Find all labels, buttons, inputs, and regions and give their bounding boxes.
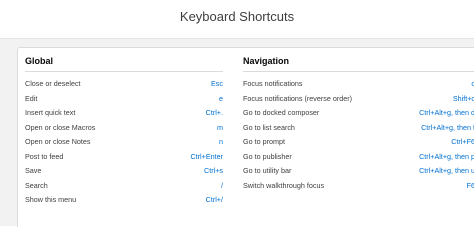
shortcut-label: Open or close Macros [25, 122, 96, 132]
shortcut-label: Go to utility bar [243, 166, 292, 175]
shortcut-key: Ctrl+Alt+g, then p [419, 151, 474, 161]
shortcut-label: Close or deselect [25, 79, 81, 88]
shortcut-label: Go to list search [243, 122, 295, 132]
shortcut-key: e [219, 93, 223, 103]
shortcut-key: Ctrl+F6 [451, 137, 474, 146]
shortcut-label: Focus notifications (reverse order) [243, 93, 353, 103]
shortcut-label: Show this menu [25, 195, 77, 204]
global-heading: Global [25, 56, 54, 66]
shortcut-row-edit: Edit e [25, 92, 223, 107]
shortcut-key: Shift+c [452, 93, 474, 103]
shortcut-key: Ctrl+Alt+g, then u [419, 166, 474, 175]
shortcut-key: n [219, 137, 223, 146]
shortcut-key: F6 [466, 180, 474, 190]
shortcut-key: Ctrl+Alt+g, then f [421, 122, 474, 132]
shortcut-row-close-or-deselect: Close or deselect Esc [25, 77, 223, 92]
shortcut-row-show-this-menu: Show this menu Ctrl+/ [25, 193, 223, 208]
shortcut-key: Ctrl+s [204, 166, 223, 175]
shortcut-label: Go to docked composer [243, 108, 320, 117]
shortcut-row-focus-notifications: Focus notifications c [243, 77, 474, 92]
shortcut-row-go-to-docked-composer: Go to docked composer Ctrl+Alt+g, then d [243, 106, 474, 121]
shortcut-row-go-to-utility-bar: Go to utility bar Ctrl+Alt+g, then u [243, 164, 474, 179]
shortcut-row-switch-walkthrough-focus: Switch walkthrough focus F6 [243, 179, 474, 194]
shortcut-label: Focus notifications [243, 79, 303, 88]
modal-header: Keyboard Shortcuts [0, 0, 474, 38]
navigation-heading: Navigation [243, 56, 290, 66]
modal-title: Keyboard Shortcuts [179, 9, 295, 24]
shortcut-row-go-to-list-search: Go to list search Ctrl+Alt+g, then f [243, 121, 474, 136]
shortcut-label: Save [25, 166, 42, 175]
shortcut-row-search: Search / [25, 179, 223, 194]
shortcut-row-go-to-publisher: Go to publisher Ctrl+Alt+g, then p [243, 150, 474, 165]
shortcut-row-open-close-macros: Open or close Macros m [25, 121, 223, 136]
shortcut-label: Switch walkthrough focus [243, 180, 325, 190]
shortcut-key: Ctrl+/ [205, 195, 223, 204]
modal-body: Global Close or deselect Esc Edit e Inse… [0, 39, 474, 227]
shortcut-row-focus-notifications-reverse: Focus notifications (reverse order) Shif… [243, 92, 474, 107]
shortcut-label: Open or close Notes [25, 137, 91, 146]
shortcut-key: Ctrl+. [205, 108, 223, 117]
shortcut-label: Edit [25, 93, 38, 103]
navigation-divider [243, 71, 474, 72]
shortcut-row-open-close-notes: Open or close Notes n [25, 135, 223, 150]
shortcut-row-insert-quick-text: Insert quick text Ctrl+. [25, 106, 223, 121]
global-divider [25, 71, 223, 72]
shortcut-key: Ctrl+Alt+g, then d [419, 108, 474, 117]
shortcut-row-save: Save Ctrl+s [25, 164, 223, 179]
shortcut-key: / [221, 180, 223, 190]
shortcuts-panel: Global Close or deselect Esc Edit e Inse… [17, 47, 474, 227]
shortcut-key: m [217, 122, 223, 132]
shortcut-key: Ctrl+Enter [190, 151, 223, 161]
keyboard-shortcuts-modal: Keyboard Shortcuts Global Close or desel… [0, 0, 474, 227]
shortcut-label: Go to prompt [243, 137, 285, 146]
navigation-section: Navigation Focus notifications c Focus n… [243, 54, 474, 193]
shortcut-label: Search [25, 180, 48, 190]
shortcut-label: Insert quick text [25, 108, 76, 117]
shortcut-label: Go to publisher [243, 151, 292, 161]
global-section: Global Close or deselect Esc Edit e Inse… [25, 54, 223, 208]
shortcut-row-go-to-prompt: Go to prompt Ctrl+F6 [243, 135, 474, 150]
shortcut-label: Post to feed [25, 151, 64, 161]
shortcut-key: Esc [211, 79, 223, 88]
shortcut-row-post-to-feed: Post to feed Ctrl+Enter [25, 150, 223, 165]
